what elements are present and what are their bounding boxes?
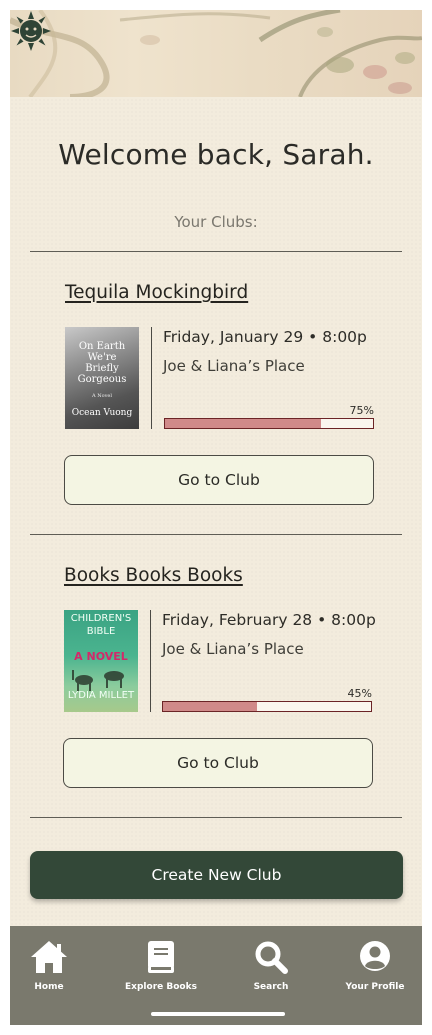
divider — [30, 534, 402, 535]
search-icon — [255, 941, 288, 974]
cover-subtitle: A Novel — [92, 393, 112, 399]
home-indicator — [151, 1012, 285, 1016]
progress-label: 45% — [347, 687, 372, 700]
separator-line — [150, 610, 151, 712]
cover-author: LYDIA MILLET — [67, 690, 135, 701]
progress-label: 75% — [349, 404, 374, 417]
tab-label: Your Profile — [345, 982, 405, 992]
tab-home[interactable]: Home — [10, 936, 99, 996]
club-name-link[interactable]: Tequila Mockingbird — [65, 282, 248, 303]
reading-progress-bar — [162, 701, 372, 712]
meeting-date: Friday, February 28 • 8:00p — [162, 611, 376, 629]
profile-icon — [360, 941, 390, 971]
home-icon — [31, 941, 67, 973]
reading-progress-bar — [164, 418, 374, 429]
progress-fill — [163, 702, 257, 711]
book-cover-image: CHILDREN'S BIBLE A NOVEL LYDIA MILLET — [64, 610, 138, 712]
separator-line — [151, 327, 152, 429]
app-screen: Welcome back, Sarah. Your Clubs: Tequila… — [10, 10, 422, 1025]
book-icon — [148, 941, 174, 973]
go-to-club-button[interactable]: Go to Club — [63, 738, 373, 788]
tab-explore-books[interactable]: Explore Books — [111, 936, 211, 996]
cover-author: Ocean Vuong — [71, 408, 133, 418]
book-cover-image: On Earth We're Briefly Gorgeous A Novel … — [65, 327, 139, 429]
cover-title-line: CHILDREN'S — [70, 613, 132, 624]
tab-search[interactable]: Search — [221, 936, 321, 996]
tab-label: Home — [34, 982, 64, 992]
club-name-link[interactable]: Books Books Books — [64, 565, 243, 586]
welcome-heading: Welcome back, Sarah. — [58, 138, 374, 171]
progress-fill — [165, 419, 321, 428]
tab-your-profile[interactable]: Your Profile — [325, 936, 422, 996]
tab-label: Explore Books — [125, 982, 197, 992]
meeting-location: Joe & Liana’s Place — [163, 357, 305, 375]
header-banner — [10, 10, 422, 97]
create-new-club-button[interactable]: Create New Club — [30, 851, 403, 899]
cover-title-line: On Earth — [78, 341, 126, 352]
go-to-club-button[interactable]: Go to Club — [64, 455, 374, 505]
bottom-tab-bar: Home Explore Books Search Your Profile — [10, 926, 422, 1025]
sun-logo-icon — [11, 11, 51, 51]
divider — [30, 251, 402, 252]
cover-title-line: We're — [87, 352, 117, 363]
tab-label: Search — [253, 982, 289, 992]
divider — [30, 817, 402, 818]
cover-title-line: Briefly — [85, 363, 119, 374]
meeting-location: Joe & Liana’s Place — [162, 640, 304, 658]
cover-title-line: BIBLE — [86, 626, 116, 637]
floral-illustration — [10, 10, 422, 97]
meeting-date: Friday, January 29 • 8:00p — [163, 328, 367, 346]
clubs-heading: Your Clubs: — [174, 213, 258, 231]
cover-title-line: Gorgeous — [77, 374, 127, 385]
